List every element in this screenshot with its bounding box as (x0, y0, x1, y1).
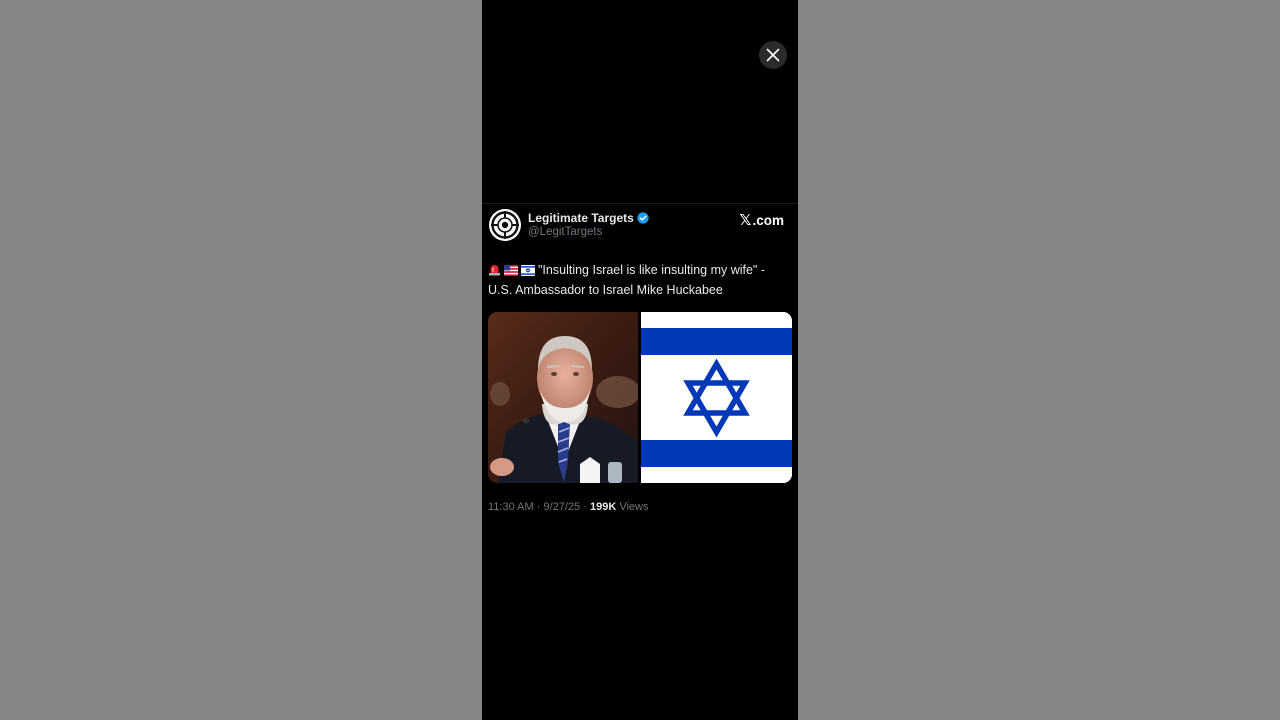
media-viewer: Legitimate Targets @LegitTargets 𝕏 .com (482, 0, 798, 720)
views-label: Views (619, 501, 649, 513)
tweet-text: "Insulting Israel is like insulting my w… (488, 261, 790, 299)
tweet-meta: 11:30 AM · 9/27/25 · 199K Views (488, 501, 648, 513)
x-com-logo: 𝕏 .com (739, 211, 784, 229)
israel-flag-icon (521, 263, 535, 281)
crosshair-logo-icon (490, 210, 520, 240)
meta-separator: · (536, 501, 541, 513)
meta-separator: · (583, 501, 587, 513)
avatar[interactable] (489, 209, 521, 241)
x-com-text: .com (752, 212, 784, 228)
us-flag-icon (504, 263, 518, 281)
display-name[interactable]: Legitimate Targets (528, 211, 634, 225)
tweet-date[interactable]: 9/27/25 (543, 501, 580, 513)
tweet-media[interactable] (488, 312, 792, 483)
speaker-photo[interactable] (488, 312, 638, 483)
close-icon (766, 48, 780, 62)
divider (482, 203, 798, 204)
israel-flag-image[interactable] (641, 312, 792, 483)
author-handle[interactable]: @LegitTargets (528, 226, 602, 238)
tweet-time[interactable]: 11:30 AM (488, 501, 534, 513)
x-logo-icon: 𝕏 (739, 211, 752, 229)
verified-badge-icon (637, 212, 649, 224)
siren-icon (488, 263, 501, 281)
close-button[interactable] (759, 41, 787, 69)
views-count: 199K (589, 501, 617, 513)
author-name-row[interactable]: Legitimate Targets (528, 211, 649, 225)
